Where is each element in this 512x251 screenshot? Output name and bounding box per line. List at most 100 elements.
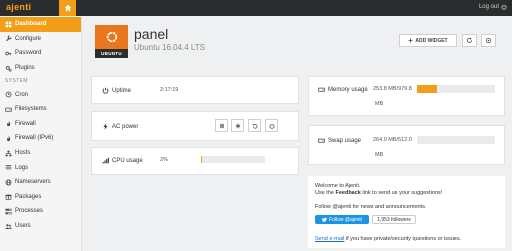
cogs-icon [5, 65, 12, 72]
list-icon [5, 164, 12, 171]
sidebar-item-label: Nameservers [15, 179, 51, 186]
users-icon [5, 223, 12, 230]
sidebar-item-firewall-ipv6[interactable]: Firewall (IPv6) [0, 131, 81, 146]
cpu-usage-label: CPU usage [112, 157, 143, 164]
email-line: Send e-mail if you have private/security… [315, 236, 462, 242]
feedback-link[interactable]: Feedback [335, 190, 360, 196]
memory-usage-widget: Memory usage 253.8 MB/979.8 MB [308, 76, 505, 116]
bolt-icon [103, 123, 108, 130]
send-email-link[interactable]: Send e-mail [315, 236, 344, 242]
fire-icon [5, 135, 12, 142]
suspend-button[interactable] [215, 119, 228, 132]
sidebar-item-label: Processes [15, 208, 44, 215]
sidebar-item-firewall[interactable]: Firewall [0, 117, 81, 132]
twitter-follow-button[interactable]: Follow @ajenti [315, 215, 369, 224]
sidebar-item-cron[interactable]: Cron [0, 87, 81, 102]
top-bar: ajenti Log out [0, 0, 512, 16]
memory-usage-label: Memory usage [328, 86, 368, 93]
sidebar-item-processes[interactable]: Processes [0, 204, 81, 219]
reboot-button[interactable] [248, 119, 261, 132]
sidebar-item-label: Dashboard [15, 21, 47, 28]
sidebar-item-packages[interactable]: Packages [0, 190, 81, 205]
sidebar-item-hosts[interactable]: Hosts [0, 146, 81, 161]
os-logo: UBUNTU [95, 25, 128, 58]
sidebar-item-nameservers[interactable]: Nameservers [0, 175, 81, 190]
sidebar-item-label: Firewall (IPv6) [15, 135, 54, 142]
sidebar-item-label: Packages [15, 193, 42, 200]
brand-logo: ajenti [6, 2, 32, 12]
key-icon [5, 50, 12, 57]
followers-count[interactable]: 1,953 followers [372, 215, 416, 224]
wrench-icon [5, 35, 12, 42]
cpu-usage-value: 2% [160, 157, 168, 163]
cpu-usage-bar [201, 156, 265, 163]
pause-icon [219, 123, 224, 128]
ubuntu-icon [105, 31, 117, 43]
home-button[interactable] [59, 0, 76, 16]
feedback-line: Use the Feedback link to send us your su… [315, 190, 443, 196]
swap-usage-widget: Swap usage 264.0 MB/512.0 MB [308, 125, 505, 165]
os-version-subtitle: Ubuntu 16.04.4 LTS [134, 43, 206, 52]
ac-power-widget: AC power [91, 111, 299, 141]
power-icon [102, 87, 109, 94]
globe-icon [5, 179, 12, 186]
welcome-text: Welcome to Ajenti. Use the Feedback link… [315, 183, 442, 211]
swap-usage-bar [417, 136, 495, 144]
refresh-button[interactable] [462, 34, 477, 47]
sidebar-item-filesystems[interactable]: Filesystems [0, 102, 81, 117]
asterisk-icon [235, 123, 240, 128]
add-widget-label: ADD WIDGET [415, 37, 448, 44]
memory-usage-bar-fill [417, 85, 438, 93]
add-widget-button[interactable]: ADD WIDGET [399, 34, 457, 47]
ac-power-label: AC power [112, 123, 139, 130]
swap-usage-unit: MB [375, 152, 384, 158]
shutdown-button[interactable] [265, 119, 278, 132]
sidebar-section-system: SYSTEM [5, 78, 28, 85]
home-icon [64, 4, 71, 12]
os-logo-label: UBUNTU [95, 49, 128, 58]
memory-usage-bar [417, 85, 495, 93]
memory-usage-value: 253.8 MB/979.8 [373, 86, 412, 92]
memory-usage-unit: MB [375, 101, 384, 107]
hostname-title: panel [134, 26, 169, 42]
sidebar-item-label: Plugins [15, 65, 35, 72]
sidebar-item-label: Filesystems [15, 106, 47, 113]
hdd-icon [318, 87, 325, 92]
sitemap-icon [5, 150, 12, 157]
logout-label: Log out [478, 4, 499, 10]
gear-icon [485, 37, 492, 44]
hibernate-button[interactable] [231, 119, 244, 132]
uptime-widget: Uptime 2:17:19 [91, 76, 299, 104]
settings-button[interactable] [481, 34, 496, 47]
power-icon [269, 123, 274, 129]
sidebar-item-label: Cron [15, 91, 29, 98]
sidebar: Dashboard Configure Password Plugins SYS… [0, 16, 82, 251]
sidebar-item-dashboard[interactable]: Dashboard [0, 17, 81, 32]
twitter-icon [322, 217, 327, 222]
sidebar-item-plugins[interactable]: Plugins [0, 61, 81, 76]
sidebar-item-label: Configure [15, 35, 42, 42]
logout-button[interactable]: Log out [479, 4, 507, 10]
sidebar-item-logs[interactable]: Logs [0, 160, 81, 175]
follow-line: Follow @ajenti for news and announcement… [315, 204, 427, 210]
power-icon [501, 4, 507, 10]
uptime-value: 2:17:19 [160, 87, 179, 93]
sidebar-item-label: Logs [15, 164, 29, 171]
sidebar-item-label: Hosts [15, 150, 31, 157]
dashboard-header: UBUNTU panel Ubuntu 16.04.4 LTS ADD WIDG… [90, 22, 505, 65]
cpu-usage-bar-fill [201, 156, 203, 163]
fire-icon [5, 120, 12, 127]
cpu-usage-widget: CPU usage 2% [91, 147, 299, 175]
uptime-label: Uptime [112, 87, 132, 94]
swap-usage-value: 264.0 MB/512.0 [373, 137, 412, 143]
followers-count-label: 1,953 followers [377, 216, 411, 223]
clock-icon [5, 91, 12, 98]
sidebar-item-configure[interactable]: Configure [0, 32, 81, 47]
swap-usage-label: Swap usage [328, 137, 362, 144]
sidebar-item-users[interactable]: Users [0, 219, 81, 234]
follow-button-label: Follow @ajenti [329, 216, 362, 223]
sidebar-item-password[interactable]: Password [0, 46, 81, 61]
gift-icon [5, 193, 12, 200]
tasks-icon [5, 208, 12, 215]
welcome-line: Welcome to Ajenti. [315, 183, 361, 189]
